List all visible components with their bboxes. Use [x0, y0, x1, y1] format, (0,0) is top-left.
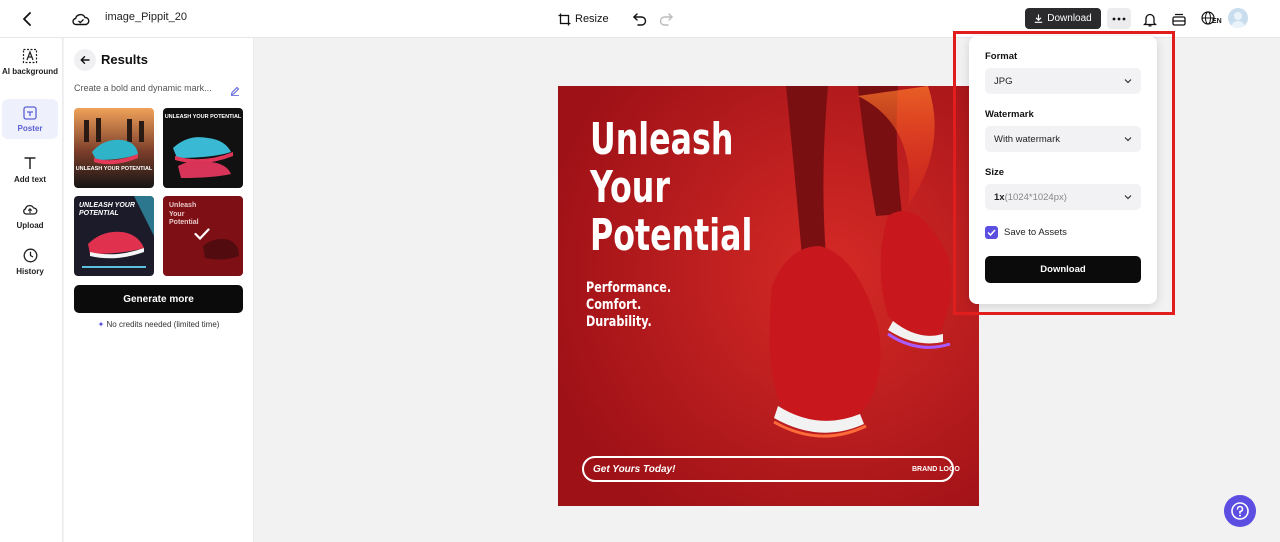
poster-cta: Get Yours Today!	[593, 464, 676, 475]
rail-item-history[interactable]: History	[2, 248, 58, 282]
left-toolbar: AI background Poster Add text Upload His…	[0, 38, 63, 542]
edit-prompt-icon[interactable]	[230, 83, 240, 101]
more-options-button[interactable]	[1107, 8, 1131, 29]
undo-icon[interactable]	[630, 0, 650, 38]
rail-label: Add text	[14, 175, 46, 184]
highlight-annotation	[953, 31, 1175, 315]
poster-brand-logo: BRAND LOGO	[912, 466, 960, 473]
rail-item-add-text[interactable]: Add text	[2, 156, 58, 190]
ai-background-icon	[22, 48, 38, 64]
sparkle-icon: ✦	[97, 320, 105, 329]
thumbnail-caption: Unleash Your Potential	[169, 202, 199, 226]
rail-item-poster[interactable]: Poster	[2, 99, 58, 139]
rail-label: Upload	[16, 221, 44, 230]
poster-icon	[23, 105, 37, 120]
result-thumbnail[interactable]: UNLEASH YOUR POTENTIAL	[163, 108, 243, 188]
credits-note-text: No credits needed (limited time)	[106, 320, 220, 329]
file-name[interactable]: image_Pippit_20	[105, 11, 187, 23]
help-icon	[1231, 502, 1249, 520]
tagline-line: Durability.	[586, 314, 652, 330]
ellipsis-icon	[1112, 17, 1126, 20]
download-icon	[1035, 14, 1043, 23]
help-button[interactable]	[1224, 495, 1256, 527]
rail-label: History	[16, 267, 44, 276]
panel-title: Results	[101, 52, 148, 67]
tagline-line: Comfort.	[586, 297, 642, 313]
prompt-text: Create a bold and dynamic mark...	[74, 83, 212, 93]
language-globe-icon[interactable]: EN	[1199, 0, 1223, 38]
rail-label: Poster	[17, 123, 43, 133]
credits-note: ✦ No credits needed (limited time)	[74, 320, 243, 329]
arrow-left-icon	[80, 56, 90, 64]
rail-item-ai-background[interactable]: AI background	[2, 48, 58, 92]
rail-label: AI background	[2, 67, 59, 76]
results-panel: Results Create a bold and dynamic mark..…	[64, 38, 254, 542]
download-button[interactable]: Download	[1025, 8, 1101, 29]
generate-more-button[interactable]: Generate more	[74, 285, 243, 313]
checkmark-icon	[194, 228, 210, 240]
thumbnail-caption: UNLEASH YOUR POTENTIAL	[164, 114, 242, 120]
result-thumbnail[interactable]: UNLEASH YOUR POTENTIAL	[74, 196, 154, 276]
poster-tagline: Performance. Comfort. Durability.	[586, 280, 671, 331]
resize-button[interactable]: Resize	[558, 8, 609, 30]
upload-icon	[23, 204, 38, 215]
thumbnail-caption: UNLEASH YOUR POTENTIAL	[79, 202, 135, 217]
headline-line: Your	[590, 162, 670, 213]
rail-item-upload[interactable]: Upload	[2, 202, 58, 236]
thumbnail-caption: UNLEASH YOUR POTENTIAL	[75, 166, 153, 172]
result-thumbnail-selected[interactable]: Unleash Your Potential	[163, 196, 243, 276]
resize-label: Resize	[575, 13, 609, 25]
results-back-button[interactable]	[74, 49, 96, 71]
poster-headline: Unleash Your Potential	[590, 116, 752, 260]
history-icon	[23, 248, 37, 263]
text-icon	[24, 157, 36, 169]
back-arrow-icon[interactable]	[16, 0, 38, 38]
result-thumbnail[interactable]: UNLEASH YOUR POTENTIAL	[74, 108, 154, 188]
headline-line: Potential	[590, 210, 753, 261]
language-badge: EN	[1212, 18, 1222, 25]
avatar[interactable]	[1228, 8, 1248, 28]
cloud-save-icon[interactable]	[70, 0, 92, 38]
redo-icon[interactable]	[656, 0, 676, 38]
headline-line: Unleash	[590, 114, 734, 165]
poster-canvas[interactable]: Unleash Your Potential Performance. Comf…	[558, 86, 979, 506]
download-label: Download	[1047, 13, 1092, 24]
tagline-line: Performance.	[586, 280, 672, 296]
resize-icon	[558, 13, 571, 25]
